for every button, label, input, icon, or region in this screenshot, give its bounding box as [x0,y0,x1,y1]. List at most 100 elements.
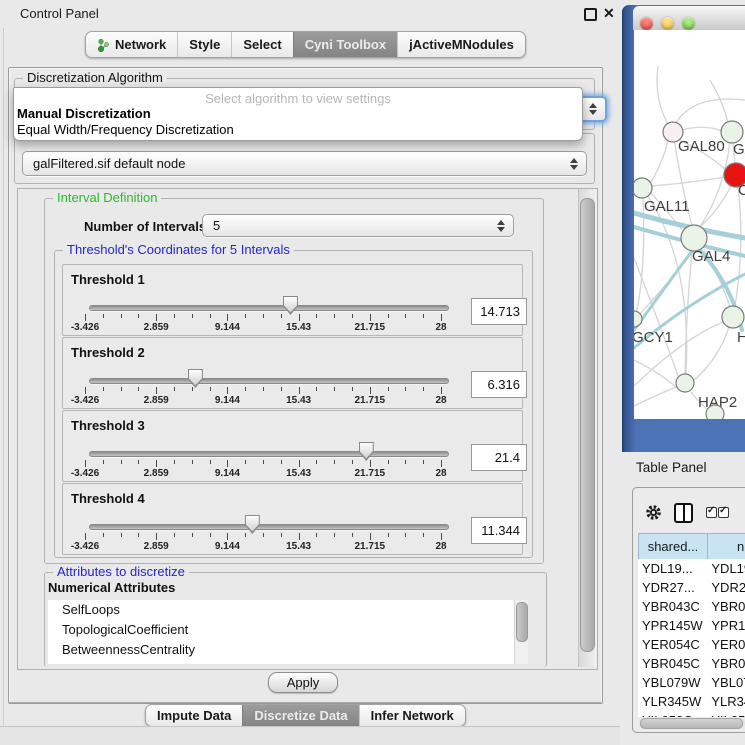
mac-minimize-button[interactable] [661,17,674,30]
table-row[interactable]: YBR045CYBR045C [638,654,745,673]
cell-shared-name[interactable]: YIL052C [638,713,707,717]
column-header-name[interactable]: n [707,533,745,560]
table-row[interactable]: YDR27...YDR27... [638,578,745,597]
tick-label: 2.859 [144,468,169,479]
numerical-attributes-label: Numerical Attributes [48,580,175,595]
table-row[interactable]: YBL079WYBL079W [638,673,745,692]
tab-discretize-data[interactable]: Discretize Data [242,705,358,726]
threshold-3-slider-thumb[interactable] [359,442,374,461]
network-node-hap2[interactable] [676,374,694,392]
threshold-2-value-field[interactable]: 6.316 [471,371,527,398]
threshold-4-slider-thumb[interactable] [245,515,260,534]
discretization-algorithm-group-title: Discretization Algorithm [23,71,167,85]
network-edge[interactable] [634,360,677,388]
tab-style[interactable]: Style [177,32,231,57]
close-icon[interactable]: ✕ [603,5,615,22]
network-graph: GAL80GALCGAL11GAL4GCY1HHAP2 [634,30,745,419]
combo-stepper-icon[interactable] [497,220,505,232]
table-row[interactable]: YPR145WYPR145W [638,616,745,635]
network-edge[interactable] [650,140,668,184]
network-edge[interactable] [735,187,741,306]
network-node[interactable] [706,405,724,419]
mac-zoom-button[interactable] [682,17,695,30]
tab-cyni-toolbox[interactable]: Cyni Toolbox [293,32,397,57]
float-window-icon[interactable] [584,8,597,21]
split-table-icon[interactable] [674,503,693,523]
tab-impute-data-label: Impute Data [157,708,231,723]
popup-option-equal-width-frequency[interactable]: Equal Width/Frequency Discretization [17,122,234,137]
gear-icon[interactable] [644,503,663,525]
network-edge[interactable] [652,177,725,186]
network-node-label: GAL4 [692,248,730,265]
network-edge[interactable] [657,66,668,124]
list-item-selfloops[interactable]: SelfLoops [48,600,526,620]
list-item-topologicalcoefficient[interactable]: TopologicalCoefficient [48,620,526,640]
tick-label: 9.144 [215,395,240,406]
threshold-1-value-field[interactable]: 14.713 [471,298,527,325]
network-window-titlebar[interactable] [633,6,745,30]
mac-close-button[interactable] [640,17,653,30]
window-left-edge [3,28,4,745]
checkbox-icon[interactable] [706,507,717,518]
cell-shared-name[interactable]: YDL19... [638,561,707,576]
network-edge[interactable] [676,99,745,123]
cell-shared-name[interactable]: YPR145W [638,618,707,633]
network-node-gal11[interactable] [634,178,652,198]
tab-select-label: Select [243,37,281,52]
slider-tick-labels: -3.4262.8599.14415.4321.71528 [85,468,441,479]
number-of-intervals-combo[interactable]: 5 [202,214,514,237]
table-horizontal-scrollbar-thumb[interactable] [640,718,743,729]
cell-name[interactable]: YIL052C [707,713,745,717]
checkbox-icon[interactable] [718,507,729,518]
table-data-combo[interactable]: galFiltered.sif default node [22,151,587,176]
cell-name[interactable]: YER054C [707,637,745,652]
table-row[interactable]: YER054CYER054C [638,635,745,654]
attributes-list-scrollbar-thumb[interactable] [516,602,528,642]
tab-infer-network[interactable]: Infer Network [359,705,465,726]
list-item-betweennesscentrality[interactable]: BetweennessCentrality [48,640,526,660]
cell-shared-name[interactable]: YBR045C [638,656,707,671]
table-row[interactable]: YIL052CYIL052C [638,711,745,717]
network-edge[interactable] [634,387,676,406]
popup-option-manual-discretization[interactable]: Manual Discretization [17,106,151,121]
cell-shared-name[interactable]: YDR27... [638,580,707,595]
tick-label: 2.859 [144,541,169,552]
cell-name[interactable]: YDL19... [707,561,745,576]
cell-name[interactable]: YBL079W [707,675,745,690]
cell-shared-name[interactable]: YER054C [638,637,707,652]
vertical-scrollbar-thumb[interactable] [580,198,595,652]
cell-name[interactable]: YPR145W [707,618,745,633]
cell-name[interactable]: YBR045C [707,656,745,671]
threshold-1-slider-thumb[interactable] [283,296,298,315]
network-edge[interactable] [682,127,722,131]
network-node-h[interactable] [722,306,744,328]
slider-tick-labels: -3.4262.8599.14415.4321.71528 [85,541,441,552]
tab-jactivemnodules[interactable]: jActiveMNodules [397,32,525,57]
network-node-gal[interactable] [721,121,743,143]
table-horizontal-scrollbar[interactable] [639,718,745,728]
tab-impute-data[interactable]: Impute Data [146,705,242,726]
cell-name[interactable]: YBR043C [707,599,745,614]
threshold-4-value-field[interactable]: 11.344 [471,517,527,544]
cell-shared-name[interactable]: YLR345W [638,694,707,709]
threshold-2-slider-thumb[interactable] [188,369,203,388]
network-canvas[interactable]: GAL80GALCGAL11GAL4GCY1HHAP2 [634,30,745,419]
table-row[interactable]: YLR345WYLR345W [638,692,745,711]
cell-shared-name[interactable]: YBR043C [638,599,707,614]
combo-stepper-icon[interactable] [570,158,578,170]
tab-select[interactable]: Select [231,32,292,57]
column-header-shared-name[interactable]: shared... [638,533,708,560]
table-row[interactable]: YBR043CYBR043C [638,597,745,616]
network-edge[interactable] [710,80,728,122]
tick-label: 21.715 [355,395,386,406]
apply-button[interactable]: Apply [268,672,338,693]
tick-label: -3.426 [71,468,99,479]
combo-stepper-icon[interactable] [589,103,597,115]
table-row[interactable]: YDL19...YDL19... [638,559,745,578]
cell-shared-name[interactable]: YBL079W [638,675,707,690]
attributes-list-scrollbar[interactable] [514,600,528,664]
tab-network[interactable]: Network [86,32,177,57]
threshold-3-value-field[interactable]: 21.4 [471,444,527,471]
cell-name[interactable]: YDR27... [707,580,745,595]
cell-name[interactable]: YLR345W [707,694,745,709]
